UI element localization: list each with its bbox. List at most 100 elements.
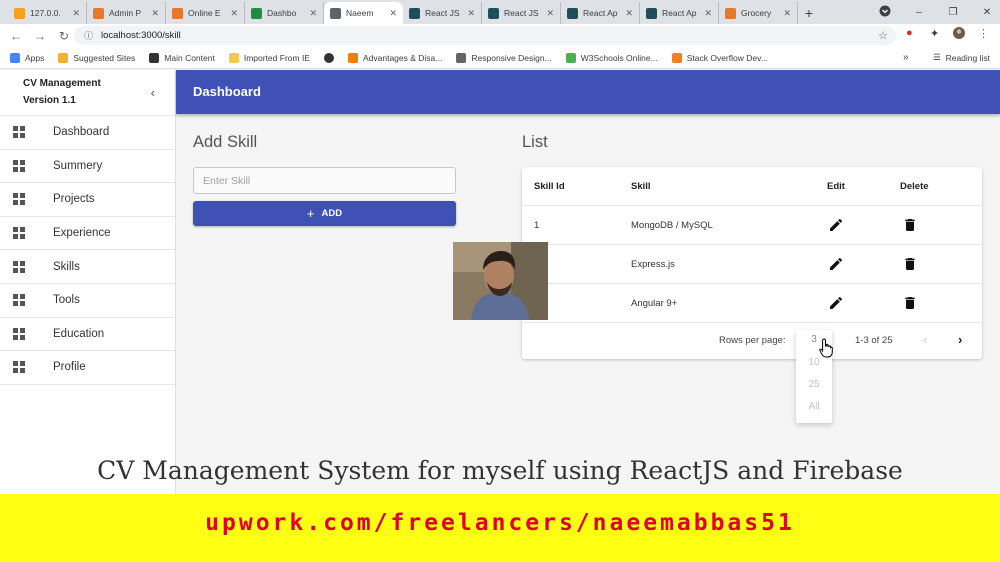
bookmark-item[interactable]: W3Schools Online... xyxy=(565,52,658,63)
edit-pencil-icon[interactable] xyxy=(828,295,844,311)
extension-icon[interactable]: ● xyxy=(906,27,913,39)
skill-name-cell: MongoDB / MySQL xyxy=(631,220,713,231)
skills-table: Skill Id Skill Edit Delete 1 MongoDB / My… xyxy=(522,167,982,359)
rows-per-page-option[interactable]: 25 xyxy=(796,379,832,390)
browser-tab[interactable]: React Ap ✕ xyxy=(640,2,719,24)
minimize-button[interactable]: – xyxy=(902,7,936,18)
edit-pencil-icon[interactable] xyxy=(828,217,844,233)
maximize-button[interactable]: ❐ xyxy=(936,7,970,18)
tab-favicon-icon xyxy=(725,7,736,19)
dashboard-grid-icon xyxy=(13,227,25,240)
browser-menu-icon[interactable]: ⋮ xyxy=(978,27,989,40)
reading-list-button[interactable]: ☰ Reading list xyxy=(933,52,990,63)
tab-close-icon[interactable]: ✕ xyxy=(151,8,159,19)
back-arrow-icon[interactable]: ← xyxy=(4,29,28,43)
sidebar-item-label: Profile xyxy=(53,361,86,374)
bookmark-item[interactable]: Suggested Sites xyxy=(58,52,135,63)
bookmark-item[interactable]: Main Content xyxy=(149,52,215,63)
sidebar-item-projects[interactable]: Projects xyxy=(0,183,175,217)
browser-tab[interactable]: React Ap ✕ xyxy=(561,2,640,24)
tab-close-icon[interactable]: ✕ xyxy=(625,8,633,19)
tab-close-icon[interactable]: ✕ xyxy=(389,8,397,19)
tab-favicon-icon xyxy=(567,7,578,19)
bookmarks-bar: Apps Suggested Sites Main Content Imported … xyxy=(0,47,1000,69)
tab-search-icon[interactable] xyxy=(868,5,902,20)
sidebar-item-profile[interactable]: Profile xyxy=(0,351,175,385)
tab-label: Grocery xyxy=(741,8,772,18)
sidebar-item-label: Experience xyxy=(53,227,111,240)
more-bookmarks-icon[interactable]: » xyxy=(903,52,909,63)
sidebar-item-label: Summery xyxy=(53,159,103,172)
previous-page-icon[interactable]: ‹ xyxy=(923,332,927,347)
bookmark-item[interactable]: Advantages & Disa... xyxy=(347,52,442,63)
extensions-puzzle-icon[interactable]: ✦ xyxy=(930,27,939,40)
bookmark-item[interactable] xyxy=(323,52,334,63)
new-tab-button[interactable]: + xyxy=(798,2,820,24)
browser-tab[interactable]: Grocery ✕ xyxy=(719,2,798,24)
angular-icon xyxy=(149,52,160,63)
sidebar-item-dashboard[interactable]: Dashboard xyxy=(0,116,175,150)
dashboard-grid-icon xyxy=(13,126,25,139)
bookmark-item[interactable]: Responsive Design... xyxy=(456,52,552,63)
site-info-icon[interactable]: ⓘ xyxy=(84,29,93,42)
table-row: 1 MongoDB / MySQL xyxy=(522,206,982,245)
tab-label: Dashbo xyxy=(267,8,297,18)
skill-id-cell: 1 xyxy=(534,220,540,231)
browser-tab[interactable]: Online E ✕ xyxy=(166,2,245,24)
bookmark-item[interactable]: Stack Overflow Dev... xyxy=(671,52,768,63)
sidebar-item-experience[interactable]: Experience xyxy=(0,217,175,251)
sidebar-item-education[interactable]: Education xyxy=(0,318,175,352)
bookmark-item[interactable]: Apps xyxy=(10,52,44,63)
skill-input[interactable] xyxy=(193,167,456,194)
delete-trash-icon[interactable] xyxy=(902,217,918,233)
dashboard-grid-icon xyxy=(13,361,25,374)
tab-close-icon[interactable]: ✕ xyxy=(72,8,80,19)
browser-tab[interactable]: 127.0.0. ✕ xyxy=(8,2,87,24)
dashboard-grid-icon xyxy=(13,327,25,340)
sidebar-nav: Dashboard Summery Projects Experience Skills… xyxy=(0,116,175,385)
tab-close-icon[interactable]: ✕ xyxy=(309,8,317,19)
edit-pencil-icon[interactable] xyxy=(828,256,844,272)
tab-favicon-icon xyxy=(14,7,25,19)
tab-label: Naeem xyxy=(346,8,374,18)
close-window-button[interactable]: ✕ xyxy=(970,7,1000,18)
rows-per-page-option[interactable]: 10 xyxy=(796,357,832,368)
next-page-icon[interactable]: › xyxy=(958,332,962,347)
add-skill-button[interactable]: + ADD xyxy=(193,201,456,226)
bookmark-label: W3Schools Online... xyxy=(580,52,658,63)
profile-avatar-icon[interactable] xyxy=(953,27,965,42)
column-header-edit: Edit xyxy=(827,181,845,192)
tab-close-icon[interactable]: ✕ xyxy=(704,8,712,19)
tab-favicon-icon xyxy=(251,7,262,19)
tab-close-icon[interactable]: ✕ xyxy=(230,8,238,19)
browser-tab[interactable]: Dashbo ✕ xyxy=(245,2,324,24)
sidebar-item-skills[interactable]: Skills xyxy=(0,250,175,284)
address-bar[interactable]: ⓘ localhost:3000/skill ☆ xyxy=(74,26,896,45)
sidebar-item-summery[interactable]: Summery xyxy=(0,150,175,184)
collapse-chevron-icon[interactable]: ‹ xyxy=(151,85,155,100)
sidebar-item-label: Skills xyxy=(53,260,80,273)
tab-label: Admin P xyxy=(109,8,142,18)
pagination-range: 1-3 of 25 xyxy=(855,335,893,346)
reading-list-label: Reading list xyxy=(945,52,990,63)
browser-tab[interactable]: React JS ✕ xyxy=(482,2,561,24)
tab-close-icon[interactable]: ✕ xyxy=(783,8,791,19)
delete-trash-icon[interactable] xyxy=(902,295,918,311)
reload-icon[interactable]: ↻ xyxy=(52,29,76,43)
sidebar-item-label: Education xyxy=(53,327,105,340)
rows-per-page-label: Rows per page: xyxy=(719,335,786,346)
browser-tab[interactable]: Admin P ✕ xyxy=(87,2,166,24)
forward-arrow-icon[interactable]: → xyxy=(28,29,52,43)
browser-tab[interactable]: React JS ✕ xyxy=(403,2,482,24)
tab-label: 127.0.0. xyxy=(30,8,61,18)
delete-trash-icon[interactable] xyxy=(902,256,918,272)
browser-tab[interactable]: Naeem ✕ xyxy=(324,2,403,24)
tab-close-icon[interactable]: ✕ xyxy=(467,8,475,19)
tab-close-icon[interactable]: ✕ xyxy=(546,8,554,19)
sidebar-item-tools[interactable]: Tools xyxy=(0,284,175,318)
folder-icon xyxy=(228,52,239,63)
bookmark-star-icon[interactable]: ☆ xyxy=(878,29,888,42)
bookmark-label: Stack Overflow Dev... xyxy=(686,52,768,63)
bookmark-item[interactable]: Imported From IE xyxy=(228,52,310,63)
rows-per-page-option[interactable]: All xyxy=(796,401,832,412)
